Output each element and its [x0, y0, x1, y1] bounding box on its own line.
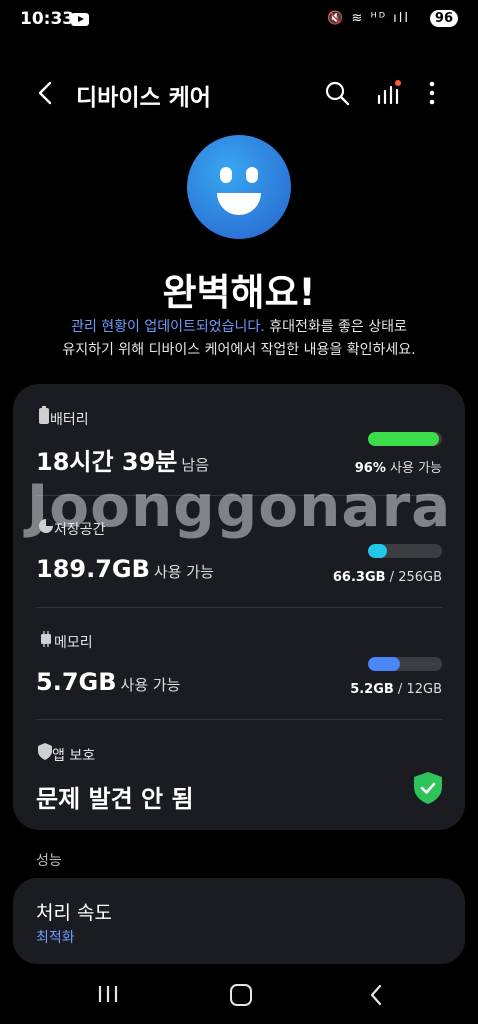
memory-chip-icon — [41, 631, 51, 647]
memory-available: 5.7GB 사용 가능 — [36, 668, 181, 696]
status-description: 관리 현황이 업데이트되었습니다. 휴대전화를 좋은 상태로 유지하기 위해 디… — [62, 319, 416, 358]
update-status-link[interactable]: 관리 현황이 업데이트되었습니다. — [71, 319, 265, 335]
home-icon[interactable] — [230, 984, 252, 1006]
search-icon[interactable] — [324, 80, 350, 106]
storage-usage: 66.3GB / 256GB — [332, 570, 442, 585]
processing-speed-status: 최적화 — [36, 930, 75, 946]
recent-apps-icon[interactable] — [97, 984, 119, 1004]
status-headline: 완벽해요! — [162, 271, 316, 314]
youtube-notification-icon — [71, 13, 89, 26]
storage-pie-icon — [39, 519, 53, 533]
processing-speed-title[interactable]: 처리 속도 — [36, 898, 112, 925]
app-protection-status: 문제 발견 안 됨 — [36, 785, 194, 813]
back-arrow-icon[interactable] — [34, 80, 60, 106]
app-protection-row-label[interactable]: 앱 보호 — [38, 743, 95, 765]
page-title: 디바이스 케어 — [76, 85, 211, 111]
section-header-performance: 성능 — [36, 853, 62, 869]
nav-back-icon[interactable] — [369, 984, 383, 1006]
memory-progress-bar — [368, 657, 442, 671]
status-smiley-icon — [187, 135, 291, 239]
memory-row-label[interactable]: 메모리 — [38, 631, 93, 652]
battery-row-label[interactable]: 배터리 — [38, 406, 89, 429]
battery-level-badge: 96 — [429, 10, 458, 27]
performance-stats-icon[interactable] — [376, 80, 402, 106]
protected-check-shield-icon — [414, 772, 442, 804]
more-options-icon[interactable] — [421, 80, 443, 106]
status-icons: 🔇 ≋ ᴴᴰ ıll — [327, 11, 410, 26]
battery-progress-bar — [368, 432, 442, 446]
battery-icon — [39, 406, 49, 424]
divider — [36, 607, 442, 608]
shield-icon — [38, 743, 52, 760]
status-time: 10:33 — [20, 9, 75, 29]
storage-available: 189.7GB 사용 가능 — [36, 555, 214, 583]
memory-usage: 5.2GB / 12GB — [350, 682, 442, 697]
divider — [36, 719, 442, 720]
storage-row-label[interactable]: 저장공간 — [38, 518, 106, 539]
storage-progress-bar — [368, 544, 442, 558]
